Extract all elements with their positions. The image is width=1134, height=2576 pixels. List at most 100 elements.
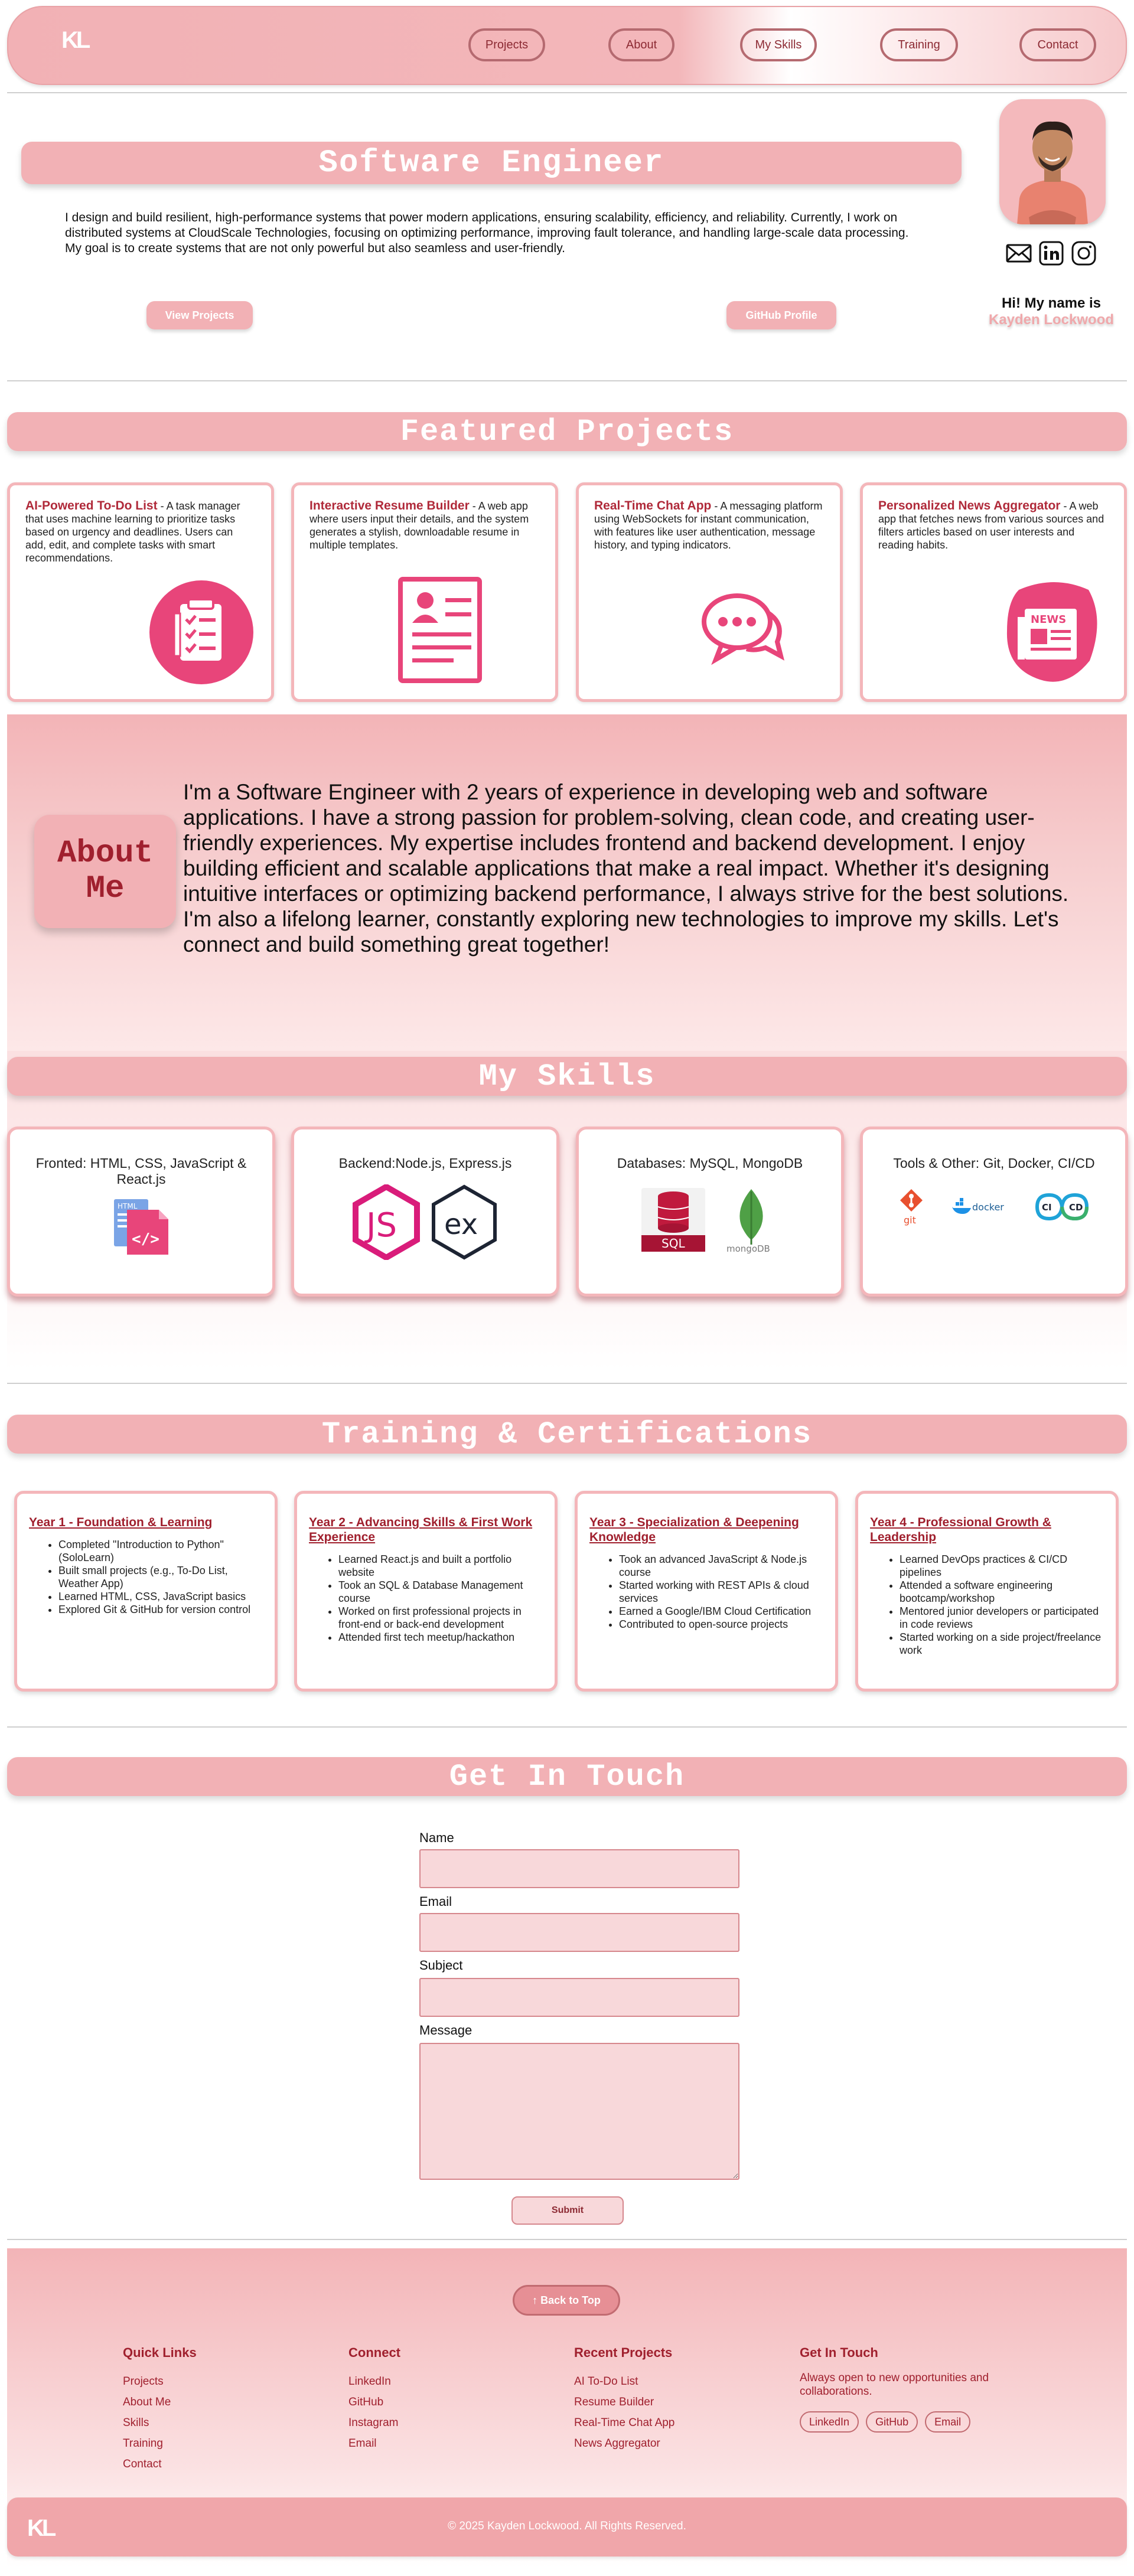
footer-link-chat[interactable]: Real-Time Chat App <box>574 2412 674 2433</box>
footer-col-title: Connect <box>348 2345 400 2360</box>
name-field[interactable] <box>419 1849 739 1888</box>
training-card: Year 3 - Specialization & Deepening Know… <box>575 1491 838 1692</box>
footer-chip-github[interactable]: GitHub <box>866 2411 918 2433</box>
email-label: Email <box>419 1894 452 1909</box>
project-title: Interactive Resume Builder <box>309 499 470 512</box>
project-title: Personalized News Aggregator <box>878 499 1061 512</box>
back-to-top-button[interactable]: ↑ Back to Top <box>513 2285 620 2316</box>
subject-label: Subject <box>419 1958 463 1973</box>
skill-label: Backend:Node.js, Express.js <box>338 1155 512 1171</box>
checklist-icon <box>149 580 253 687</box>
divider <box>7 2239 1127 2240</box>
footer-link-email[interactable]: Email <box>348 2433 400 2454</box>
svg-text:JS: JS <box>364 1206 397 1245</box>
training-title[interactable]: Year 3 - Specialization & Deepening Know… <box>589 1515 823 1545</box>
training-title[interactable]: Year 2 - Advancing Skills & First Work E… <box>309 1515 543 1545</box>
divider <box>7 92 1127 93</box>
training-title[interactable]: Year 4 - Professional Growth & Leadershi… <box>870 1515 1104 1545</box>
svg-text:docker: docker <box>972 1202 1004 1213</box>
footer-link-skills[interactable]: Skills <box>123 2412 197 2433</box>
skill-card-frontend: Fronted: HTML, CSS, JavaScript & React.j… <box>7 1127 275 1297</box>
email-icon[interactable] <box>1005 240 1032 267</box>
footer-chip-email[interactable]: Email <box>925 2411 971 2433</box>
list-item: Learned DevOps practices & CI/CD pipelin… <box>900 1553 1104 1579</box>
training-title[interactable]: Year 1 - Foundation & Learning <box>29 1515 263 1530</box>
message-field[interactable] <box>419 2043 739 2180</box>
footer-link-projects[interactable]: Projects <box>123 2371 197 2392</box>
news-icon: NEWS <box>1001 578 1100 687</box>
project-card[interactable]: AI-Powered To-Do List - A task manager t… <box>7 482 274 702</box>
footer-col-title: Get In Touch <box>800 2345 878 2360</box>
footer-link-linkedin[interactable]: LinkedIn <box>348 2371 400 2392</box>
divider <box>7 1383 1127 1384</box>
bottom-bar: KL © 2025 Kayden Lockwood. All Rights Re… <box>7 2497 1127 2557</box>
nodejs-icon: JS <box>353 1184 420 1260</box>
logo[interactable]: KL <box>61 27 90 54</box>
avatar <box>999 99 1106 224</box>
resume-icon <box>396 576 484 687</box>
project-title: Real-Time Chat App <box>594 499 712 512</box>
view-projects-button[interactable]: View Projects <box>146 301 253 329</box>
mongodb-icon: mongoDB <box>726 1189 770 1254</box>
footer-link-contact[interactable]: Contact <box>123 2454 197 2474</box>
footer-link-training[interactable]: Training <box>123 2433 197 2454</box>
project-card[interactable]: Interactive Resume Builder - A web app w… <box>291 482 558 702</box>
project-card[interactable]: Real-Time Chat App - A messaging platfor… <box>576 482 843 702</box>
git-icon: git <box>900 1189 923 1226</box>
footer-chip-linkedin[interactable]: LinkedIn <box>800 2411 859 2433</box>
linkedin-icon[interactable] <box>1038 240 1065 267</box>
nav-contact[interactable]: Contact <box>1019 28 1096 61</box>
list-item: Mentored junior developers or participat… <box>900 1605 1104 1631</box>
svg-text:ex: ex <box>444 1208 478 1241</box>
skill-card-tools: Tools & Other: Git, Docker, CI/CD git do… <box>860 1127 1128 1297</box>
list-item: Attended a software engineering bootcamp… <box>900 1579 1104 1605</box>
chat-icon <box>698 590 787 670</box>
list-item: Completed "Introduction to Python" (Solo… <box>58 1538 263 1564</box>
list-item: Earned a Google/IBM Cloud Certification <box>619 1605 823 1618</box>
footer-link-resume[interactable]: Resume Builder <box>574 2392 674 2412</box>
skill-label: Fronted: HTML, CSS, JavaScript & React.j… <box>35 1155 247 1187</box>
training-card: Year 4 - Professional Growth & Leadershi… <box>855 1491 1119 1692</box>
svg-text:git: git <box>904 1214 916 1226</box>
github-profile-button[interactable]: GitHub Profile <box>726 301 836 329</box>
owner-name: Kayden Lockwood <box>988 312 1115 328</box>
instagram-icon[interactable] <box>1070 240 1097 267</box>
list-item: Attended first tech meetup/hackathon <box>338 1631 543 1644</box>
footer-link-todo[interactable]: AI To-Do List <box>574 2371 674 2392</box>
project-title: AI-Powered To-Do List <box>25 499 158 512</box>
subject-field[interactable] <box>419 1978 739 2017</box>
hero-description: I design and build resilient, high-perfo… <box>65 211 909 255</box>
divider <box>7 1726 1127 1728</box>
list-item: Took an advanced JavaScript & Node.js co… <box>619 1553 823 1579</box>
list-item: Explored Git & GitHub for version contro… <box>58 1603 263 1616</box>
email-field[interactable] <box>419 1913 739 1952</box>
footer-link-news[interactable]: News Aggregator <box>574 2433 674 2454</box>
list-item: Contributed to open-source projects <box>619 1618 823 1631</box>
footer-quick-links: Quick Links Projects About Me Skills Tra… <box>123 2345 197 2474</box>
project-card[interactable]: Personalized News Aggregator - A web app… <box>860 482 1127 702</box>
footer-connect: Connect LinkedIn GitHub Instagram Email <box>348 2345 400 2454</box>
svg-text:SQL: SQL <box>662 1236 685 1251</box>
skill-label: Databases: MySQL, MongoDB <box>617 1155 803 1171</box>
top-navbar: KL <box>7 6 1127 85</box>
hero-title: Software Engineer <box>21 142 962 184</box>
training-card: Year 1 - Foundation & Learning Completed… <box>14 1491 278 1692</box>
list-item: Took an SQL & Database Management course <box>338 1579 543 1605</box>
list-item: Started working with REST APIs & cloud s… <box>619 1579 823 1605</box>
list-item: Learned React.js and built a portfolio w… <box>338 1553 543 1579</box>
divider <box>7 380 1127 381</box>
svg-text:</>: </> <box>132 1230 159 1248</box>
list-item: Worked on first professional projects in… <box>338 1605 543 1631</box>
submit-button[interactable]: Submit <box>511 2196 624 2225</box>
footer-link-github[interactable]: GitHub <box>348 2392 400 2412</box>
contact-heading: Get In Touch <box>7 1757 1127 1796</box>
skill-card-databases: Databases: MySQL, MongoDB SQL mongoDB <box>576 1127 844 1297</box>
nav-projects[interactable]: Projects <box>468 28 545 61</box>
list-item: Started working on a side project/freela… <box>900 1631 1104 1657</box>
nav-training[interactable]: Training <box>880 28 958 61</box>
footer-link-instagram[interactable]: Instagram <box>348 2412 400 2433</box>
nav-my-skills[interactable]: My Skills <box>740 28 817 61</box>
footer-touch-text: Always open to new opportunities and col… <box>800 2372 989 2398</box>
footer-link-about[interactable]: About Me <box>123 2392 197 2412</box>
nav-about[interactable]: About <box>608 28 674 61</box>
